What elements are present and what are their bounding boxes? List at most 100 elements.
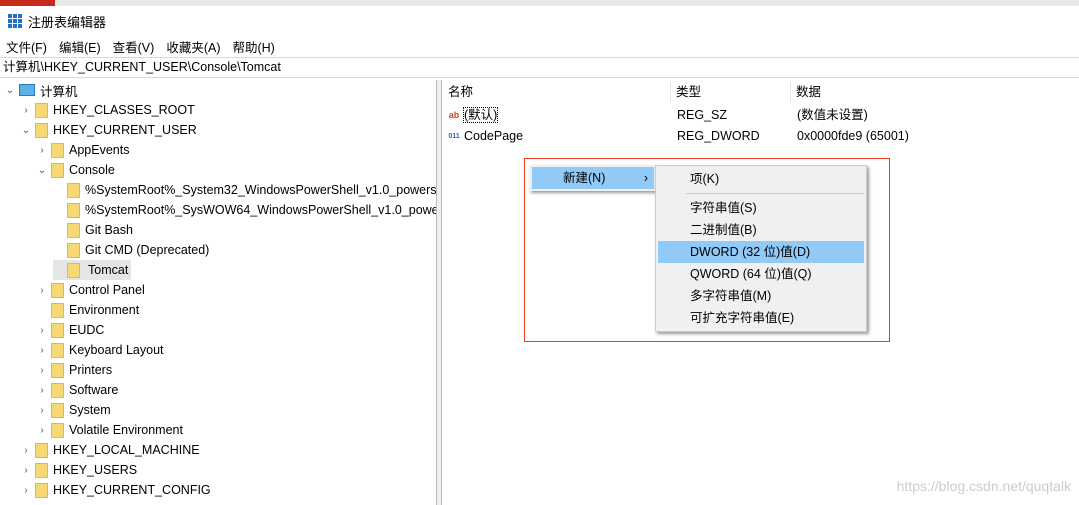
tree-node-label: Control Panel [69, 283, 145, 297]
value-row-default[interactable]: ab (默认) [447, 105, 499, 125]
folder-icon [35, 482, 48, 498]
column-header-name[interactable]: 名称 [443, 82, 671, 102]
tree-node[interactable]: › HKEY_LOCAL_MACHINE [21, 440, 200, 460]
tree-node[interactable]: › Control Panel [37, 280, 145, 300]
tree-node-label: Keyboard Layout [69, 343, 164, 357]
chevron-right-icon[interactable]: › [37, 405, 47, 416]
tree-node[interactable]: Environment [37, 300, 139, 320]
tree-node-label: 计算机 [40, 84, 78, 99]
tree-node[interactable]: %SystemRoot%_SysWOW64_WindowsPowerShell_… [53, 200, 436, 220]
address-bar[interactable]: 计算机\HKEY_CURRENT_USER\Console\Tomcat [0, 57, 1079, 78]
folder-icon [51, 302, 64, 318]
chevron-right-icon[interactable]: › [37, 145, 47, 156]
submenu-item-binary[interactable]: 二进制值(B) [658, 219, 864, 241]
menu-help[interactable]: 帮助(H) [226, 37, 280, 56]
chevron-down-icon[interactable]: ⌄ [21, 125, 31, 136]
chevron-down-icon[interactable]: ⌄ [5, 85, 15, 96]
tree-node[interactable]: ⌄ HKEY_CURRENT_USER [21, 120, 197, 140]
folder-icon [51, 362, 64, 378]
tree-node-label: Tomcat [88, 263, 129, 277]
tree-node[interactable]: › Printers [37, 360, 112, 380]
chevron-right-icon[interactable]: › [21, 105, 31, 116]
regedit-icon [8, 14, 22, 28]
tree-node-label: Environment [69, 303, 140, 317]
tree-node-label: %SystemRoot%_System32_WindowsPowerShell_… [85, 183, 437, 197]
folder-icon [51, 162, 64, 178]
folder-icon [35, 102, 48, 118]
menu-favorites[interactable]: 收藏夹(A) [160, 37, 226, 56]
title-bar-strip [0, 0, 1079, 6]
tree-node[interactable]: › EUDC [37, 320, 104, 340]
tree-node[interactable]: ⌄ 计算机 [5, 80, 78, 100]
folder-icon [35, 122, 48, 138]
chevron-right-icon[interactable]: › [37, 345, 47, 356]
chevron-right-icon[interactable]: › [21, 465, 31, 476]
tree-node-label: EUDC [69, 323, 105, 337]
chevron-right-icon: › [643, 171, 648, 185]
submenu-item-key[interactable]: 项(K) [658, 168, 864, 190]
window-title: 注册表编辑器 [8, 11, 106, 31]
tree-node[interactable]: › Volatile Environment [37, 420, 183, 440]
tree-node-label: HKEY_CLASSES_ROOT [53, 103, 195, 117]
chevron-right-icon[interactable]: › [37, 385, 47, 396]
tree-node-label: Printers [69, 363, 113, 377]
folder-icon [51, 382, 64, 398]
value-data: (数值未设置) [797, 108, 868, 122]
chevron-right-icon[interactable]: › [37, 425, 47, 436]
value-type: REG_SZ [677, 108, 728, 122]
tree-node[interactable]: Git CMD (Deprecated) [53, 240, 209, 260]
folder-icon [67, 222, 80, 238]
submenu-item-multistring[interactable]: 多字符串值(M) [658, 285, 864, 307]
menu-file[interactable]: 文件(F) [0, 37, 53, 56]
chevron-right-icon[interactable]: › [21, 485, 31, 496]
watermark: https://blog.csdn.net/quqtalk [896, 478, 1071, 494]
tree-node[interactable]: › HKEY_USERS [21, 460, 137, 480]
tree-node[interactable]: Tomcat [53, 260, 132, 280]
value-type: REG_DWORD [677, 129, 760, 143]
tree-node-label: Git CMD (Deprecated) [85, 243, 210, 257]
chevron-right-icon[interactable]: › [37, 285, 47, 296]
tree-node[interactable]: › HKEY_CURRENT_CONFIG [21, 480, 211, 500]
submenu-item-expandstring[interactable]: 可扩充字符串值(E) [658, 307, 864, 329]
pane-splitter[interactable] [437, 80, 442, 505]
folder-icon [51, 282, 64, 298]
new-submenu: 项(K) 字符串值(S) 二进制值(B) DWORD (32 位)值(D) QW… [655, 165, 867, 332]
tree-node[interactable]: › System [37, 400, 111, 420]
menu-view[interactable]: 查看(V) [107, 37, 161, 56]
chevron-right-icon[interactable]: › [37, 325, 47, 336]
tree-node-label: Volatile Environment [69, 423, 183, 437]
tree-node[interactable]: %SystemRoot%_System32_WindowsPowerShell_… [53, 180, 437, 200]
value-row-codepage[interactable]: 011 CodePage [447, 126, 523, 146]
tree-node[interactable]: › Keyboard Layout [37, 340, 164, 360]
tree-node-label: HKEY_USERS [53, 463, 138, 477]
tree-node-label: Console [69, 163, 115, 177]
tree-node[interactable]: Git Bash [53, 220, 133, 240]
tree-node[interactable]: › Software [37, 380, 118, 400]
menu-item-new[interactable]: 新建(N) › [532, 167, 654, 189]
tree-node[interactable]: › AppEvents [37, 140, 129, 160]
folder-icon [35, 462, 48, 478]
tree-node-label: HKEY_CURRENT_CONFIG [53, 483, 211, 497]
tree-node[interactable]: › HKEY_CLASSES_ROOT [21, 100, 195, 120]
submenu-item-dword[interactable]: DWORD (32 位)值(D) [658, 241, 864, 263]
tree-node[interactable]: ⌄ Console [37, 160, 115, 180]
binary-value-icon: 011 [448, 133, 460, 141]
column-header-data[interactable]: 数据 [791, 82, 1079, 102]
chevron-right-icon[interactable]: › [21, 445, 31, 456]
value-data: 0x0000fde9 (65001) [797, 129, 909, 143]
context-menu: 新建(N) › [529, 165, 657, 191]
key-tree[interactable]: ⌄ 计算机 › HKEY_CLASSES_ROOT ⌄ HKEY_CURRENT_USER… [0, 80, 437, 505]
submenu-item-string[interactable]: 字符串值(S) [658, 197, 864, 219]
folder-icon [51, 422, 64, 438]
folder-icon [67, 182, 80, 198]
menu-bar: 文件(F) 编辑(E) 查看(V) 收藏夹(A) 帮助(H) [0, 36, 281, 56]
folder-icon [51, 342, 64, 358]
chevron-down-icon[interactable]: ⌄ [37, 165, 47, 176]
tree-node-label: %SystemRoot%_SysWOW64_WindowsPowerShell_… [85, 203, 436, 217]
column-header-type[interactable]: 类型 [671, 82, 791, 102]
menu-edit[interactable]: 编辑(E) [53, 37, 107, 56]
folder-icon [67, 262, 80, 278]
tree-node-label: HKEY_LOCAL_MACHINE [53, 443, 200, 457]
submenu-item-qword[interactable]: QWORD (64 位)值(Q) [658, 263, 864, 285]
chevron-right-icon[interactable]: › [37, 365, 47, 376]
